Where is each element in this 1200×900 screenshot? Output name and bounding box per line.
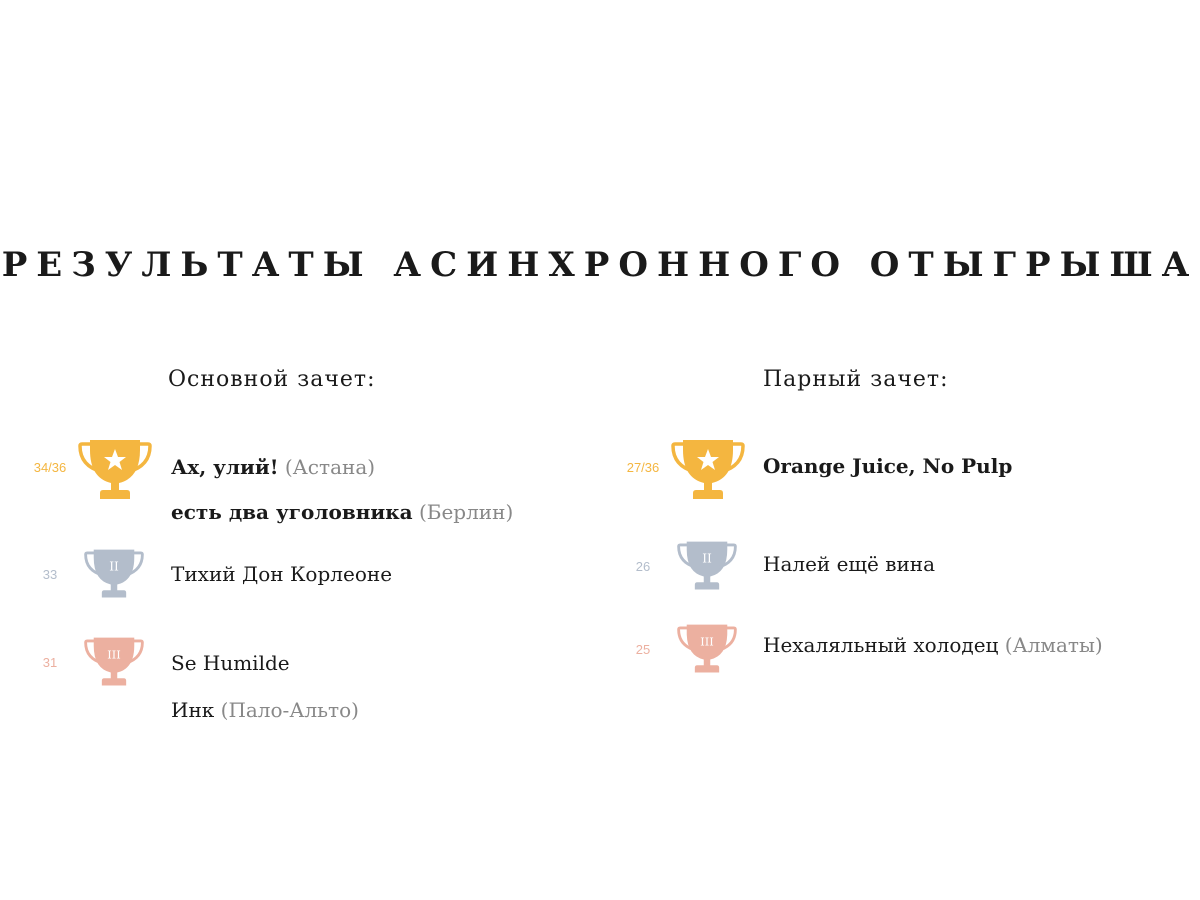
main-bronze-score: 31	[42, 655, 58, 670]
pairs-gold-team-1: Orange Juice, No Pulp	[763, 454, 1012, 478]
trophy-roman-2-icon: II	[84, 549, 144, 598]
pairs-silver-team-1: Налей ещё вина	[763, 552, 935, 576]
trophy-roman-2-icon: II	[677, 541, 737, 590]
main-gold-team-1: Ах, улий! (Астана)	[171, 455, 375, 479]
roman-numeral: III	[107, 648, 120, 662]
team-name: Se Humilde	[171, 651, 290, 675]
team-city: (Берлин)	[418, 500, 514, 524]
pairs-gold-score: 27/36	[626, 460, 660, 475]
main-bronze-team-2: Инк (Пало-Альто)	[171, 698, 359, 722]
main-silver-team-1: Тихий Дон Корлеоне	[171, 562, 392, 586]
main-gold-team-2: есть два уголовника (Берлин)	[171, 500, 513, 524]
team-city: (Пало-Альто)	[220, 698, 359, 722]
trophy-roman-3-icon: III	[84, 637, 144, 686]
roman-numeral: II	[109, 560, 119, 574]
page-title: РЕЗУЛЬТАТЫ АСИНХРОННОГО ОТЫГРЫША	[1, 245, 1199, 285]
pairs-section-heading: Парный зачет:	[763, 367, 949, 392]
team-city: (Астана)	[284, 455, 376, 479]
pairs-bronze-team-1: Нехаляльный холодец (Алматы)	[763, 633, 1103, 657]
team-name: Ах, улий!	[171, 455, 279, 479]
main-bronze-team-1: Se Humilde	[171, 651, 290, 675]
team-name: есть два уголовника	[171, 500, 413, 524]
main-gold-score: 34/36	[33, 460, 67, 475]
trophy-roman-3-icon: III	[677, 624, 737, 673]
main-section-heading: Основной зачет:	[168, 367, 376, 392]
team-name: Инк	[171, 698, 215, 722]
pairs-bronze-score: 25	[635, 642, 651, 657]
team-name: Налей ещё вина	[763, 552, 936, 576]
team-name: Нехаляльный холодец	[763, 633, 999, 657]
main-silver-score: 33	[42, 567, 58, 582]
roman-numeral: II	[702, 552, 712, 566]
team-city: (Алматы)	[1004, 633, 1103, 657]
trophy-star-icon	[78, 440, 152, 499]
team-name: Orange Juice, No Pulp	[763, 454, 1013, 478]
roman-numeral: III	[700, 635, 713, 649]
team-name: Тихий Дон Корлеоне	[171, 562, 393, 586]
pairs-silver-score: 26	[635, 559, 651, 574]
trophy-star-icon	[671, 440, 745, 499]
